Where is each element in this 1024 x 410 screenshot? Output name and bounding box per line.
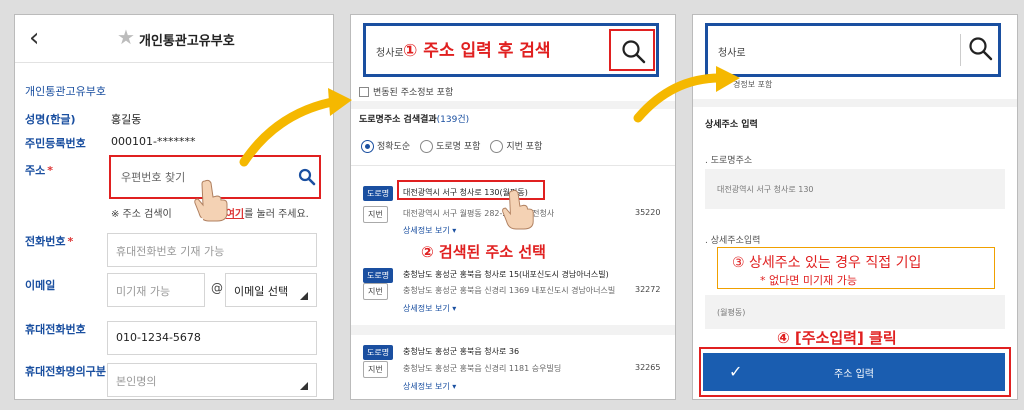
name-value: 홍길동 [111,113,142,126]
hand-pointer-icon [193,179,228,222]
mobile-input[interactable]: 010-1234-5678 [107,321,317,355]
detail-address-label: . 상세주소입력 [705,236,761,246]
flow-arrow-2-to-3 [633,66,740,123]
mobile-owner-select[interactable]: 본인명의 [107,363,317,397]
road-address-value: 대전광역시 서구 청사로 130 [717,184,814,194]
search-icon [622,40,646,64]
submit-button-label: 주소 입력 [834,368,874,380]
detail-more-link[interactable]: 상세정보 보기 ▾ [403,303,456,314]
address-search-box[interactable]: 청사로 [705,23,1001,77]
include-changed-checkbox-row[interactable]: 변동된 주소정보 포함 [359,85,453,98]
rrn-value: 000101-******* [111,135,196,148]
search-input-value: 청사로 [376,48,404,59]
road-address-label: . 도로명주소 [705,156,753,166]
radio-on[interactable] [361,140,374,153]
jibun-tag: 지번 [363,206,388,223]
detail-address-value: (월평동) [717,307,746,317]
radio-jibun[interactable]: 지번 포함 [490,139,542,153]
mobile-label: 휴대전화번호 [25,323,86,336]
result-zip: 32272 [635,285,661,294]
phone-label: 전화번호 * [25,235,74,248]
check-icon: ✓ [729,362,743,381]
detail-more-link[interactable]: 상세정보 보기 ▾ [403,381,456,392]
section-title: 개인통관고유부호 [25,85,106,98]
step3-instruction: ③ 상세주소 있는 경우 직접 기입 [732,255,922,271]
mobile-owner-label: 휴대전화명의구분 [25,365,106,378]
result-count: (139건) [436,115,470,125]
checkbox-label: 변동된 주소정보 포함 [373,88,454,98]
divider [351,325,675,335]
email-id-input[interactable]: 미기재 가능 [107,273,205,307]
step3-note: * 없다면 미기재 가능 [760,274,857,287]
divider [351,165,675,166]
checkbox[interactable] [359,86,369,97]
road-tag: 도로명 [363,345,394,360]
email-at: @ [211,281,223,295]
rrn-label: 주민등록번호 [25,137,86,150]
step2-instruction: ② 검색된 주소 선택 [421,243,546,261]
result-zip: 32265 [635,363,661,372]
search-icon[interactable] [298,168,316,186]
road-tag: 도로명 [363,186,394,201]
select-arrow-icon [300,382,308,390]
radio-off[interactable] [420,140,434,153]
search-input-value: 청사로 [718,48,746,59]
detail-address-input[interactable]: (월평동) [705,295,1005,329]
result-zip: 35220 [635,208,661,217]
sort-radio-group: 정확도순 도로명 포함 지번 포함 [361,139,542,153]
result-jibun-address: 충청남도 홍성군 홍북읍 신경리 1369 내포신도시 경남아너스빌 [403,286,616,295]
chevron-left-icon[interactable]: ‹ [29,25,39,51]
step1-instruction: ① 주소 입력 후 검색 [403,41,551,61]
mobile-value: 010-1234-5678 [116,331,201,344]
jibun-tag: 지번 [363,361,388,378]
email-select-value: 이메일 선택 [234,285,289,298]
zip-placeholder: 우편번호 찾기 [121,171,186,184]
divider [960,34,961,66]
star-icon[interactable]: ★ [117,25,135,49]
detail-more-link[interactable]: 상세정보 보기 ▾ [403,225,456,236]
phone-placeholder: 휴대전화번호 기재 가능 [116,245,225,258]
hand-pointer-icon [502,189,534,230]
search-icon[interactable] [968,36,994,62]
mobile-owner-value: 본인명의 [116,375,157,388]
page-title: 개인통관고유부호 [139,34,235,49]
phone-input[interactable]: 휴대전화번호 기재 가능 [107,233,317,267]
result-jibun-address: 충청남도 홍성군 홍북읍 신경리 1181 승우빌딩 [403,364,562,373]
email-placeholder: 미기재 가능 [116,285,171,298]
step3-callout: ③ 상세주소 있는 경우 직접 기입 * 없다면 미기재 가능 [717,247,995,289]
jibun-tag: 지번 [363,283,388,300]
road-tag: 도로명 [363,268,394,283]
select-arrow-icon [300,292,308,300]
road-address-value-box: 대전광역시 서구 청사로 130 [705,169,1005,209]
result-title: 도로명주소 검색결과(139건) [359,115,470,125]
customs-code-form-panel: ‹ ★ 개인통관고유부호 개인통관고유부호 성명(한글) 홍길동 주민등록번호 … [14,14,334,400]
name-label: 성명(한글) [25,113,76,126]
step4-instruction: ④ [주소입력] 클릭 [777,329,897,347]
address-submit-button[interactable]: ✓ 주소 입력 [703,353,1005,391]
radio-road[interactable]: 도로명 포함 [420,139,480,153]
result-road-address[interactable]: 충청남도 홍성군 홍북읍 청사로 36 [403,346,519,357]
divider [351,101,675,109]
address-label: 주소 * [25,164,54,177]
address-search-panel: 청사로 ① 주소 입력 후 검색 변동된 주소정보 포함 도로명주소 검색결과(… [350,14,676,400]
radio-accuracy[interactable]: 정확도순 [361,139,410,153]
result-road-address[interactable]: 충청남도 홍성군 홍북읍 청사로 15(내포신도시 경남아너스빌) [403,269,609,280]
flow-arrow-1-to-2 [239,88,352,167]
radio-off[interactable] [490,140,504,153]
email-label: 이메일 [25,279,56,292]
form-header: ‹ ★ 개인통관고유부호 [15,15,333,63]
email-domain-select[interactable]: 이메일 선택 [225,273,317,307]
